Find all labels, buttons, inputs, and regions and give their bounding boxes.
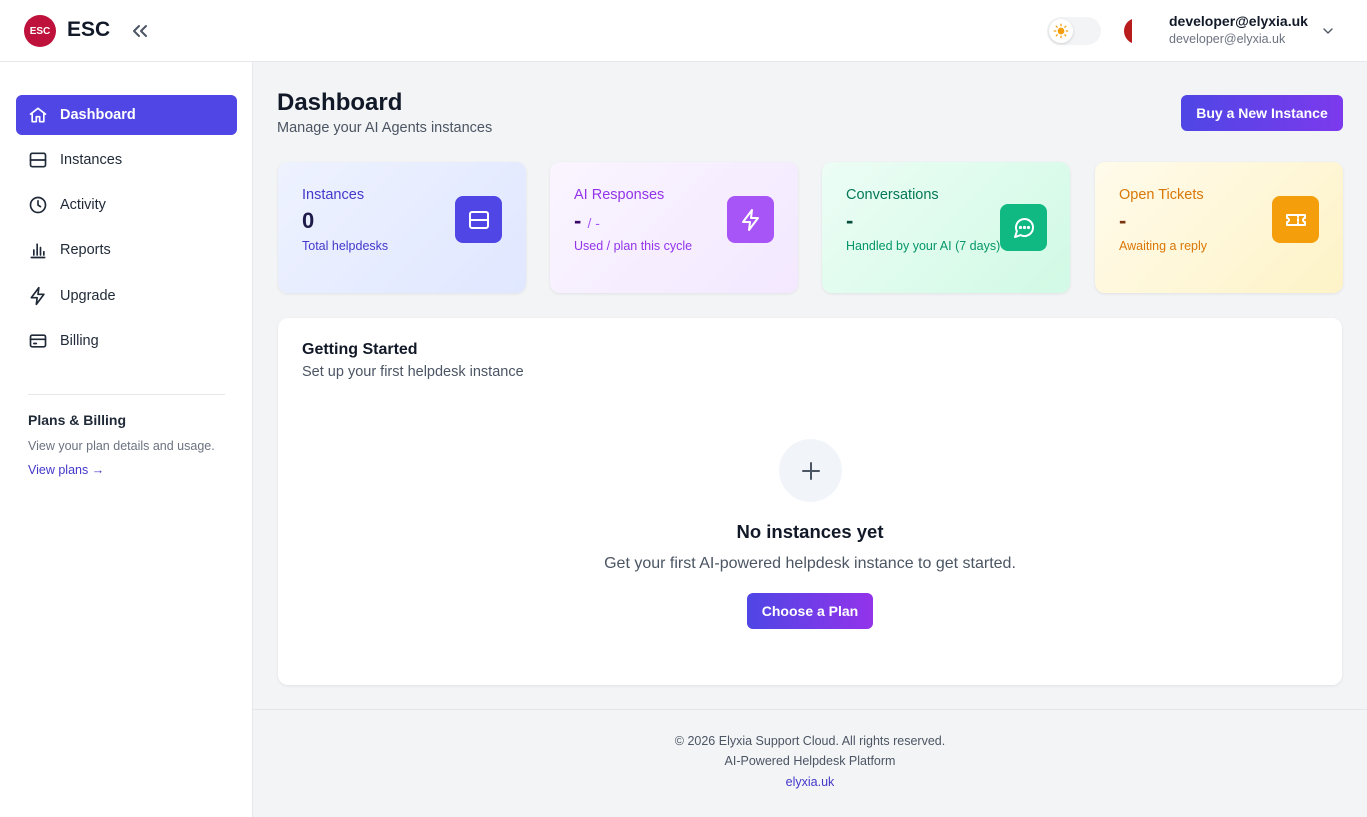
plus-icon [779, 439, 842, 502]
lightning-icon [727, 196, 774, 243]
top-header: ESC ESC developer@elyxia.uk developer@el… [0, 0, 1367, 62]
stat-value: - [846, 208, 854, 233]
sidebar-item-label: Upgrade [60, 288, 116, 304]
stat-card-instances: Instances 0 Total helpdesks [278, 162, 526, 293]
stat-value: - [1119, 208, 1127, 233]
stat-label: AI Responses [574, 187, 665, 203]
plans-title: Plans & Billing [28, 412, 127, 428]
collapse-sidebar-button[interactable] [128, 19, 152, 43]
bar-chart-icon [28, 240, 48, 260]
view-plans-link[interactable]: View plans → [28, 463, 104, 477]
sidebar-item-upgrade[interactable]: Upgrade [16, 276, 237, 316]
server-icon [28, 150, 48, 170]
sidebar-item-activity[interactable]: Activity [16, 185, 237, 225]
stat-description: Handled by your AI (7 days) [846, 239, 1001, 253]
sun-icon [1053, 23, 1069, 39]
stat-description: Used / plan this cycle [574, 239, 693, 253]
buy-new-instance-button[interactable]: Buy a New Instance [1181, 95, 1343, 131]
logo-badge: ESC [24, 15, 56, 47]
stat-label: Conversations [846, 187, 939, 203]
user-name: developer@elyxia.uk [1169, 13, 1308, 29]
theme-toggle[interactable] [1047, 17, 1101, 45]
stat-value: 0 [302, 208, 315, 233]
stat-label: Instances [302, 187, 365, 203]
credit-card-icon [28, 331, 48, 351]
sidebar-item-instances[interactable]: Instances [16, 140, 237, 180]
stat-card-conversations: Conversations - Handled by your AI (7 da… [822, 162, 1070, 293]
user-email: developer@elyxia.uk [1169, 32, 1286, 46]
theme-toggle-knob [1049, 19, 1073, 43]
stat-description: Total helpdesks [302, 239, 389, 253]
plans-description: View your plan details and usage. [28, 439, 215, 453]
stat-card-open-tickets: Open Tickets - Awaiting a reply [1095, 162, 1343, 293]
stat-value: - / - [574, 208, 600, 233]
clock-icon [28, 195, 48, 215]
footer-link-wrap: elyxia.uk [253, 775, 1367, 789]
brand-name: ESC [67, 18, 111, 41]
logo-text: ESC [29, 25, 51, 37]
stat-label: Open Tickets [1119, 187, 1204, 203]
avatar[interactable] [1124, 15, 1158, 47]
lightning-icon [28, 286, 48, 306]
footer-copyright: © 2026 Elyxia Support Cloud. All rights … [674, 734, 946, 748]
sidebar-item-label: Activity [60, 197, 106, 213]
sidebar-item-label: Reports [60, 242, 111, 258]
footer-divider [253, 709, 1367, 710]
server-icon [455, 196, 502, 243]
getting-started-card: Getting Started Set up your first helpde… [278, 318, 1342, 685]
page-subtitle: Manage your AI Agents instances [277, 120, 493, 136]
user-info[interactable]: developer@elyxia.uk developer@elyxia.uk [1169, 13, 1308, 46]
sidebar-item-label: Billing [60, 333, 99, 349]
chat-bubble-icon [1000, 204, 1047, 251]
sidebar-item-label: Dashboard [60, 107, 136, 123]
sidebar-item-billing[interactable]: Billing [16, 321, 237, 361]
sidebar-item-dashboard[interactable]: Dashboard [16, 95, 237, 135]
home-icon [28, 105, 48, 125]
double-chevron-left-icon [133, 25, 147, 37]
stat-card-ai-responses: AI Responses - / - Used / plan this cycl… [550, 162, 798, 293]
user-menu-button[interactable] [1320, 23, 1336, 39]
choose-plan-button[interactable]: Choose a Plan [747, 593, 873, 629]
sidebar: Dashboard Instances Activity Reports Upg… [0, 62, 253, 817]
sidebar-divider [28, 394, 225, 395]
stat-value-sub: / - [587, 215, 600, 231]
page-title: Dashboard [277, 89, 403, 116]
sidebar-item-reports[interactable]: Reports [16, 230, 237, 270]
ticket-icon [1272, 196, 1319, 243]
getting-started-title: Getting Started [302, 341, 418, 358]
sidebar-item-label: Instances [60, 152, 123, 168]
empty-state-title: No instances yet [736, 521, 884, 542]
footer-link[interactable]: elyxia.uk [786, 775, 835, 789]
stat-description: Awaiting a reply [1119, 239, 1208, 253]
empty-state-description: Get your first AI-powered helpdesk insta… [604, 555, 1016, 572]
chevron-down-icon [1323, 28, 1333, 34]
footer-tagline: AI-Powered Helpdesk Platform [724, 754, 896, 768]
getting-started-subtitle: Set up your first helpdesk instance [302, 364, 524, 380]
